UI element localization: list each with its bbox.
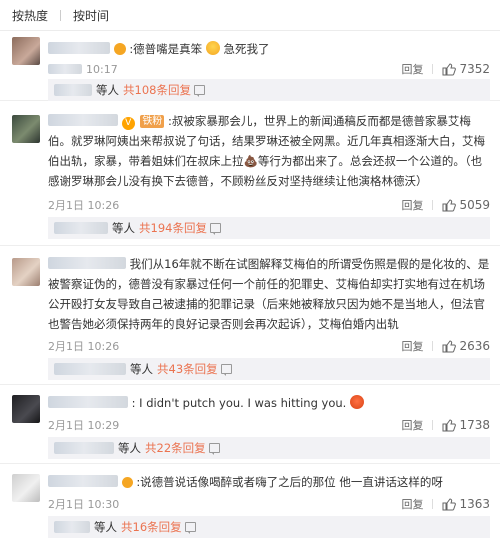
reply-bubble-icon: [209, 223, 221, 235]
action-divider: [432, 200, 434, 210]
verified-v-icon: V: [121, 117, 135, 130]
reply-summary[interactable]: 等人 共43条回复: [48, 358, 490, 380]
thumbs-up-icon: [442, 339, 457, 352]
reply-others-label: 等人: [112, 221, 135, 235]
comment-meta: 2月1日 10:26 回复 2636: [48, 336, 490, 356]
comment-actions: 回复 7352: [401, 61, 490, 77]
like-button[interactable]: 5059: [442, 198, 490, 212]
grin-emoji-icon: [205, 41, 220, 55]
action-divider: [432, 341, 434, 351]
like-count: 1738: [459, 418, 490, 432]
action-divider: [432, 420, 434, 430]
reply-others-label: 等人: [130, 362, 153, 376]
blurred-replier: [54, 442, 114, 454]
reply-others-label: 等人: [94, 520, 117, 534]
comment-actions: 回复 1738: [401, 417, 490, 433]
blurred-replier: [54, 363, 126, 375]
reply-bubble-icon: [193, 85, 205, 97]
like-count: 7352: [459, 62, 490, 76]
comment-body-text: :说德普说话像喝醉或者嗨了之后的那位 他一直讲话这样的呀: [136, 475, 443, 489]
comment-time: 2月1日 10:26: [48, 340, 120, 353]
thumbs-up-icon: [442, 62, 457, 75]
user-emoji-icon: [121, 477, 133, 488]
blurred-replier: [54, 521, 90, 533]
comment-time: 2月1日 10:26: [48, 199, 120, 212]
comment-time: 2月1日 10:30: [48, 498, 120, 511]
sort-divider: [60, 9, 62, 21]
reply-bubble-icon: [220, 364, 232, 376]
comment-meta: 10:17 回复 7352: [48, 59, 490, 79]
comment-actions: 回复 2636: [401, 338, 490, 354]
blurred-username[interactable]: [48, 396, 128, 408]
like-button[interactable]: 1363: [442, 497, 490, 511]
avatar[interactable]: [12, 395, 40, 423]
comment-text: :说德普说话像喝醉或者嗨了之后的那位 他一直讲话这样的呀: [48, 472, 490, 492]
comment-text: V 铁粉 :叔被家暴那会儿，世界上的新闻通稿反而都是德普家暴艾梅伯。就罗琳阿姨出…: [48, 111, 490, 191]
blurred-replier: [54, 84, 92, 96]
avatar[interactable]: [12, 474, 40, 502]
reply-button[interactable]: 回复: [401, 197, 423, 213]
comment-text: 我们从16年就不断在试图解释艾梅伯的所谓受伤照是假的是化妆的、是被警察证伪的，德…: [48, 254, 490, 334]
comment-body-text: :德普嘴是真笨: [129, 42, 203, 56]
like-button[interactable]: 1738: [442, 418, 490, 432]
blurred-username[interactable]: [48, 257, 126, 269]
comment-time: 10:17: [86, 62, 118, 76]
comment-item: : I didn't putch you. I was hitting you.…: [0, 385, 500, 464]
like-count: 2636: [459, 339, 490, 353]
reply-summary[interactable]: 等人 共22条回复: [48, 437, 490, 459]
sort-by-hot-tab[interactable]: 按热度: [12, 7, 48, 24]
like-button[interactable]: 7352: [442, 62, 490, 76]
blurred-replier: [54, 222, 108, 234]
comment-meta: 2月1日 10:29 回复 1738: [48, 415, 490, 435]
sort-by-time-tab[interactable]: 按时间: [73, 7, 109, 24]
comment-item: :说德普说话像喝醉或者嗨了之后的那位 他一直讲话这样的呀 2月1日 10:30 …: [0, 464, 500, 552]
blurred-date: [48, 64, 82, 74]
thumbs-up-icon: [442, 497, 457, 510]
comment-actions: 回复 5059: [401, 197, 490, 213]
thumbs-up-icon: [442, 418, 457, 431]
reply-count-link[interactable]: 共43条回复: [157, 361, 218, 377]
reply-bubble-icon: [208, 443, 220, 455]
avatar[interactable]: [12, 258, 40, 286]
reply-others-label: 等人: [118, 441, 141, 455]
reply-summary[interactable]: 等人 共194条回复: [48, 217, 490, 239]
reply-summary[interactable]: 等人 共108条回复: [48, 79, 490, 101]
reply-button[interactable]: 回复: [401, 61, 423, 77]
comment-item: :德普嘴是真笨 急死我了 10:17 回复 7352 等人 共108条回复: [0, 31, 500, 101]
comment-meta: 2月1日 10:30 回复 1363: [48, 494, 490, 514]
user-emoji-icon: [113, 43, 126, 55]
comment-body-text-2: 急死我了: [223, 42, 270, 56]
action-divider: [432, 499, 434, 509]
reply-count-link[interactable]: 共16条回复: [121, 519, 182, 535]
reply-count-link[interactable]: 共22条回复: [145, 440, 206, 456]
like-button[interactable]: 2636: [442, 339, 490, 353]
reply-count-link[interactable]: 共194条回复: [139, 220, 207, 236]
avatar[interactable]: [12, 115, 40, 143]
action-divider: [432, 64, 434, 74]
reply-count-link[interactable]: 共108条回复: [123, 82, 191, 98]
blurred-username[interactable]: [48, 42, 110, 54]
comment-time: 2月1日 10:29: [48, 419, 120, 432]
reply-summary[interactable]: 等人 共16条回复: [48, 516, 490, 538]
comment-text: :德普嘴是真笨 急死我了: [48, 39, 490, 59]
comment-actions: 回复 1363: [401, 496, 490, 512]
angry-face-icon: [349, 395, 364, 409]
avatar[interactable]: [12, 37, 40, 65]
reply-button[interactable]: 回复: [401, 417, 423, 433]
fan-badge: 铁粉: [140, 115, 165, 128]
like-count: 1363: [459, 497, 490, 511]
sort-bar: 按热度 按时间: [0, 0, 500, 31]
comment-body-text: : I didn't putch you. I was hitting you.: [131, 396, 347, 410]
comment-item: 我们从16年就不断在试图解释艾梅伯的所谓受伤照是假的是化妆的、是被警察证伪的，德…: [0, 246, 500, 385]
like-count: 5059: [459, 198, 490, 212]
reply-others-label: 等人: [96, 83, 119, 97]
thumbs-up-icon: [442, 198, 457, 211]
reply-button[interactable]: 回复: [401, 496, 423, 512]
blurred-username[interactable]: [48, 475, 118, 487]
comment-meta: 2月1日 10:26 回复 5059: [48, 195, 490, 215]
blurred-username[interactable]: [48, 114, 118, 126]
reply-button[interactable]: 回复: [401, 338, 423, 354]
comment-item: V 铁粉 :叔被家暴那会儿，世界上的新闻通稿反而都是德普家暴艾梅伯。就罗琳阿姨出…: [0, 101, 500, 246]
comment-text: : I didn't putch you. I was hitting you.: [48, 393, 490, 413]
